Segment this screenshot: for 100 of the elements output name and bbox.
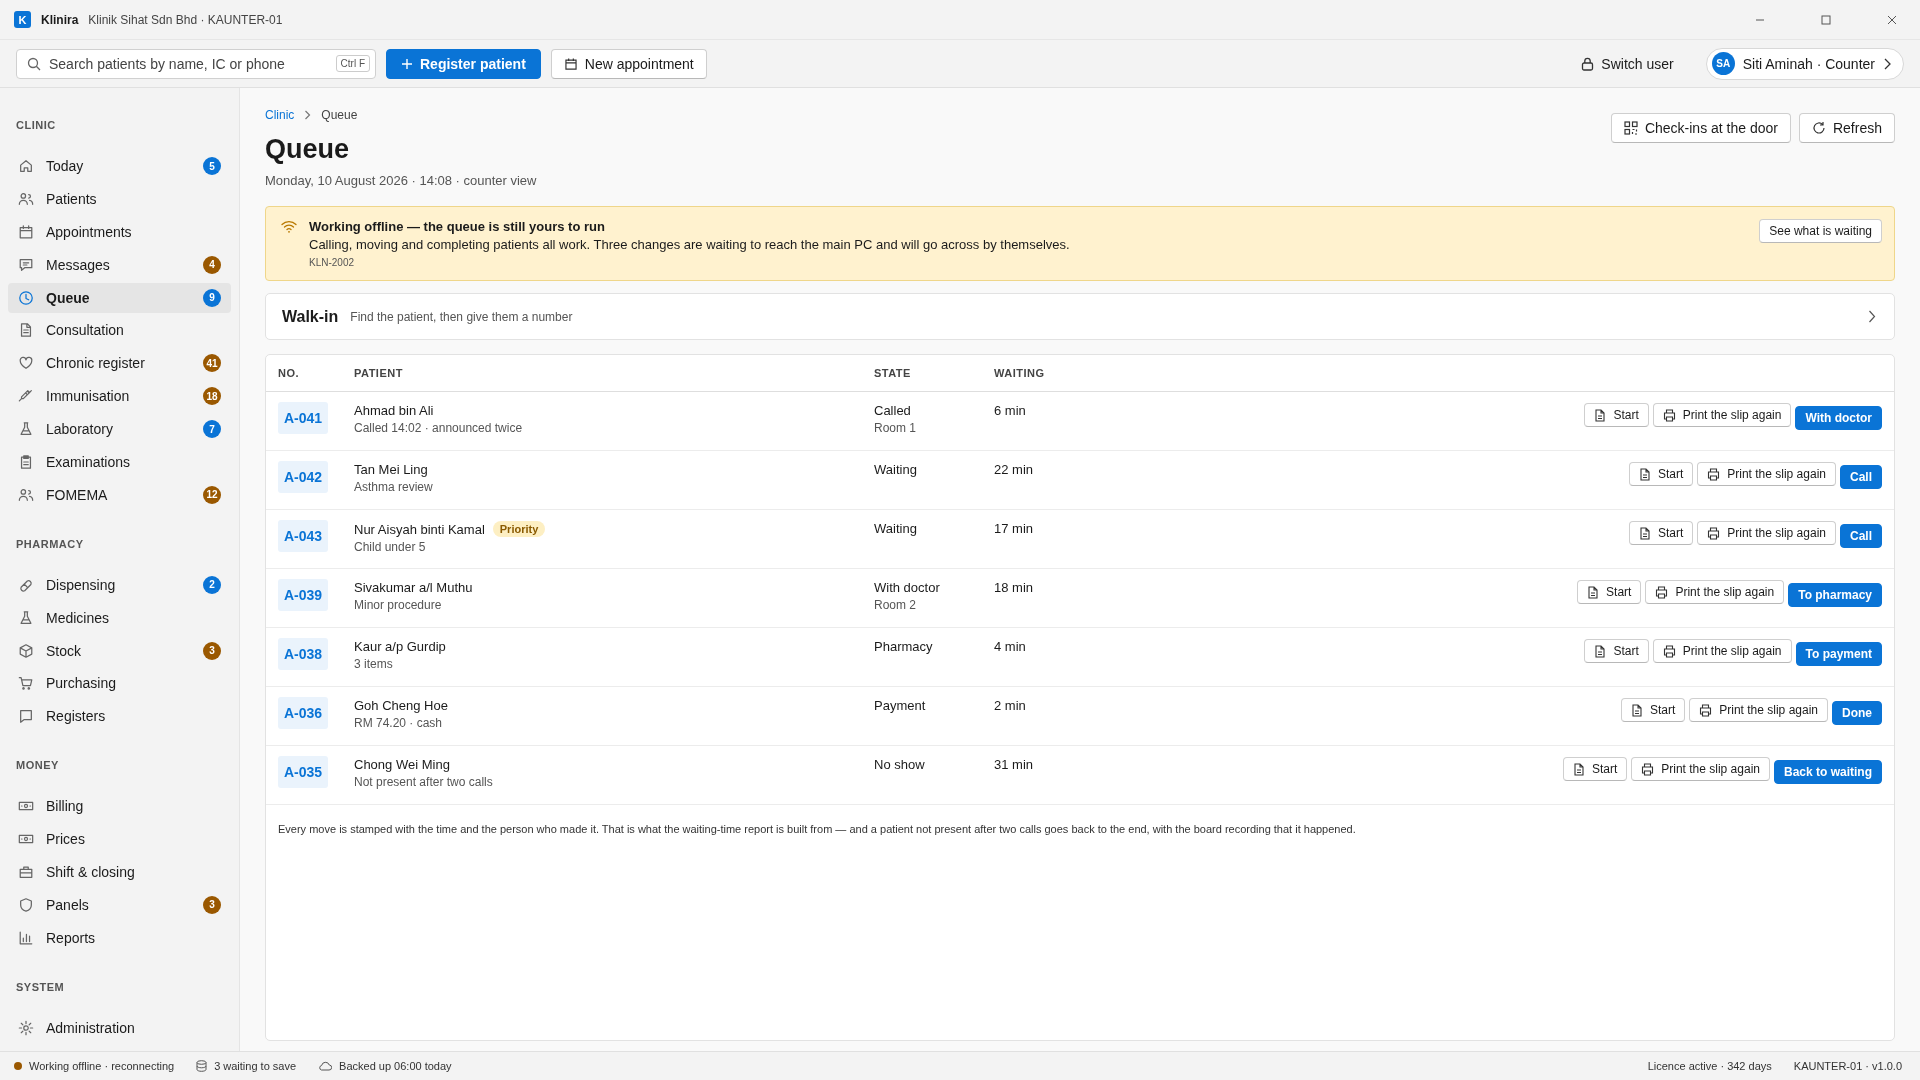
waiting-time: 18 min [994, 580, 1035, 595]
sidebar-item[interactable]: Panels 3 [8, 889, 231, 920]
register-patient-button[interactable]: Register patient [386, 48, 541, 79]
start-button[interactable]: Start [1584, 403, 1649, 427]
people-icon [18, 190, 34, 207]
patient-detail: Child under 5 [354, 540, 427, 554]
advance-button[interactable]: To payment [1795, 642, 1882, 666]
connection-status: Working offline · reconnecting [29, 1060, 175, 1072]
home-icon [18, 158, 34, 174]
sidebar-item[interactable]: Patients [8, 183, 231, 214]
sidebar-item[interactable]: Billing [8, 791, 231, 822]
patient-detail: 3 items [354, 657, 394, 671]
sidebar-item[interactable]: Messages 4 [8, 249, 231, 280]
chat-icon [18, 256, 34, 273]
sidebar-item[interactable]: Immunisation 18 [8, 381, 231, 412]
breadcrumb-current: Queue [321, 108, 358, 122]
new-appointment-button[interactable]: New appointment [550, 48, 707, 79]
sidebar-item[interactable]: Reports [8, 922, 231, 953]
waiting-time: 31 min [994, 757, 1035, 772]
start-button[interactable]: Start [1577, 580, 1642, 604]
flask-icon [18, 609, 34, 626]
patient-name: Goh Cheng Hoe [354, 698, 448, 713]
start-button[interactable]: Start [1628, 462, 1694, 486]
sidebar-item[interactable]: Medicines [8, 602, 231, 633]
heart-icon [18, 355, 34, 372]
section-heading: MONEY [15, 758, 60, 774]
patient-name: Chong Wei Ming [354, 757, 450, 772]
document-icon [1594, 408, 1607, 422]
sidebar-item[interactable]: Administration [8, 1012, 231, 1043]
count-badge: 5 [203, 157, 221, 175]
sidebar-item[interactable]: Chronic register 41 [8, 348, 231, 379]
qr-code-icon [1623, 121, 1638, 135]
people-icon [18, 486, 34, 503]
document-icon [18, 322, 34, 339]
flask-icon [18, 421, 34, 438]
cloud-icon [318, 1061, 333, 1071]
print-slip-button[interactable]: Print the slip again [1697, 462, 1836, 486]
settings-icon [18, 1019, 34, 1036]
sidebar-item[interactable]: Shift & closing [8, 857, 231, 888]
advance-button[interactable]: Call [1840, 465, 1882, 489]
sidebar-item[interactable]: Consultation [8, 315, 231, 346]
column-header: NO. [278, 367, 301, 379]
sidebar-item[interactable]: Appointments [8, 216, 231, 247]
user-menu-button[interactable]: SA Siti Aminah · Counter [1705, 47, 1904, 80]
chevron-right-icon [304, 110, 312, 120]
calendar-icon [563, 56, 578, 71]
walk-in-card[interactable]: Walk-in Find the patient, then give them a number [265, 293, 1895, 340]
sidebar-item[interactable]: Queue 9 [8, 282, 231, 313]
sidebar-item[interactable]: Prices [8, 824, 231, 855]
app-name: Klinira [41, 12, 79, 27]
advance-button[interactable]: Done [1832, 701, 1882, 725]
start-button[interactable]: Start [1562, 757, 1628, 781]
print-slip-button[interactable]: Print the slip again [1645, 580, 1785, 604]
queue-number: A-042 [278, 461, 329, 493]
banner-message: Calling, moving and completing patients all work. Three changes are waiting to reach the main PC and will go across by themselves. [309, 237, 1071, 252]
print-slip-button[interactable]: Print the slip again [1689, 698, 1828, 722]
print-slip-button[interactable]: Print the slip again [1631, 757, 1770, 781]
state-text: Waiting [874, 521, 918, 536]
breadcrumb-link[interactable]: Clinic [265, 108, 295, 122]
print-slip-button[interactable]: Print the slip again [1697, 521, 1836, 545]
sidebar-item[interactable]: FOMEMA 12 [8, 479, 231, 510]
start-button[interactable]: Start [1584, 639, 1649, 663]
start-button[interactable]: Start [1620, 698, 1686, 722]
check-ins-button[interactable]: Check-ins at the door [1610, 113, 1791, 143]
syringe-icon [18, 388, 34, 405]
section-heading: PHARMACY [15, 536, 85, 552]
patient-name: Tan Mei Ling [354, 462, 428, 477]
state-text: No show [874, 757, 926, 772]
sidebar-item[interactable]: Today 5 [8, 151, 231, 181]
count-badge: 41 [203, 354, 221, 373]
backup-status: Backed up 06:00 today [339, 1060, 452, 1072]
print-slip-button[interactable]: Print the slip again [1652, 639, 1792, 663]
app-logo: K [14, 11, 31, 28]
sidebar-item[interactable]: Registers [8, 701, 231, 732]
advance-button[interactable]: With doctor [1795, 406, 1882, 430]
wifi-icon [281, 220, 297, 233]
sidebar-item[interactable]: Purchasing [8, 668, 231, 699]
refresh-button[interactable]: Refresh [1798, 113, 1895, 143]
print-slip-button[interactable]: Print the slip again [1652, 403, 1792, 427]
start-button[interactable]: Start [1628, 521, 1694, 545]
shortcut-hint: Ctrl F [335, 54, 370, 72]
maximize-icon[interactable] [1821, 14, 1831, 25]
sidebar-item[interactable]: Examinations [8, 447, 231, 477]
count-badge: 18 [203, 387, 221, 406]
queue-number: A-036 [278, 697, 329, 729]
switch-user-button[interactable]: Switch user [1571, 50, 1684, 77]
sidebar-item[interactable]: Stock 3 [8, 635, 231, 666]
advance-button[interactable]: Call [1840, 524, 1882, 548]
state-text: Called [874, 403, 912, 418]
sidebar-item[interactable]: Laboratory 7 [8, 414, 231, 445]
advance-button[interactable]: Back to waiting [1774, 760, 1882, 784]
sidebar-item[interactable]: Dispensing 2 [8, 569, 231, 600]
window-title: Klinik Sihat Sdn Bhd · KAUNTER-01 [88, 12, 283, 27]
waiting-time: 6 min [994, 403, 1027, 418]
close-icon[interactable] [1887, 14, 1897, 25]
advance-button[interactable]: To pharmacy [1788, 583, 1882, 607]
count-badge: 7 [203, 420, 221, 439]
footnote: Every move is stamped with the time and the person who made it. That is what the waiting-time report is built from — and a patient not present after two calls goes back to the end, with the board recording that it happened. [278, 823, 1357, 835]
section-heading: CLINIC [15, 118, 57, 133]
see-waiting-button[interactable]: See what is waiting [1759, 219, 1882, 243]
